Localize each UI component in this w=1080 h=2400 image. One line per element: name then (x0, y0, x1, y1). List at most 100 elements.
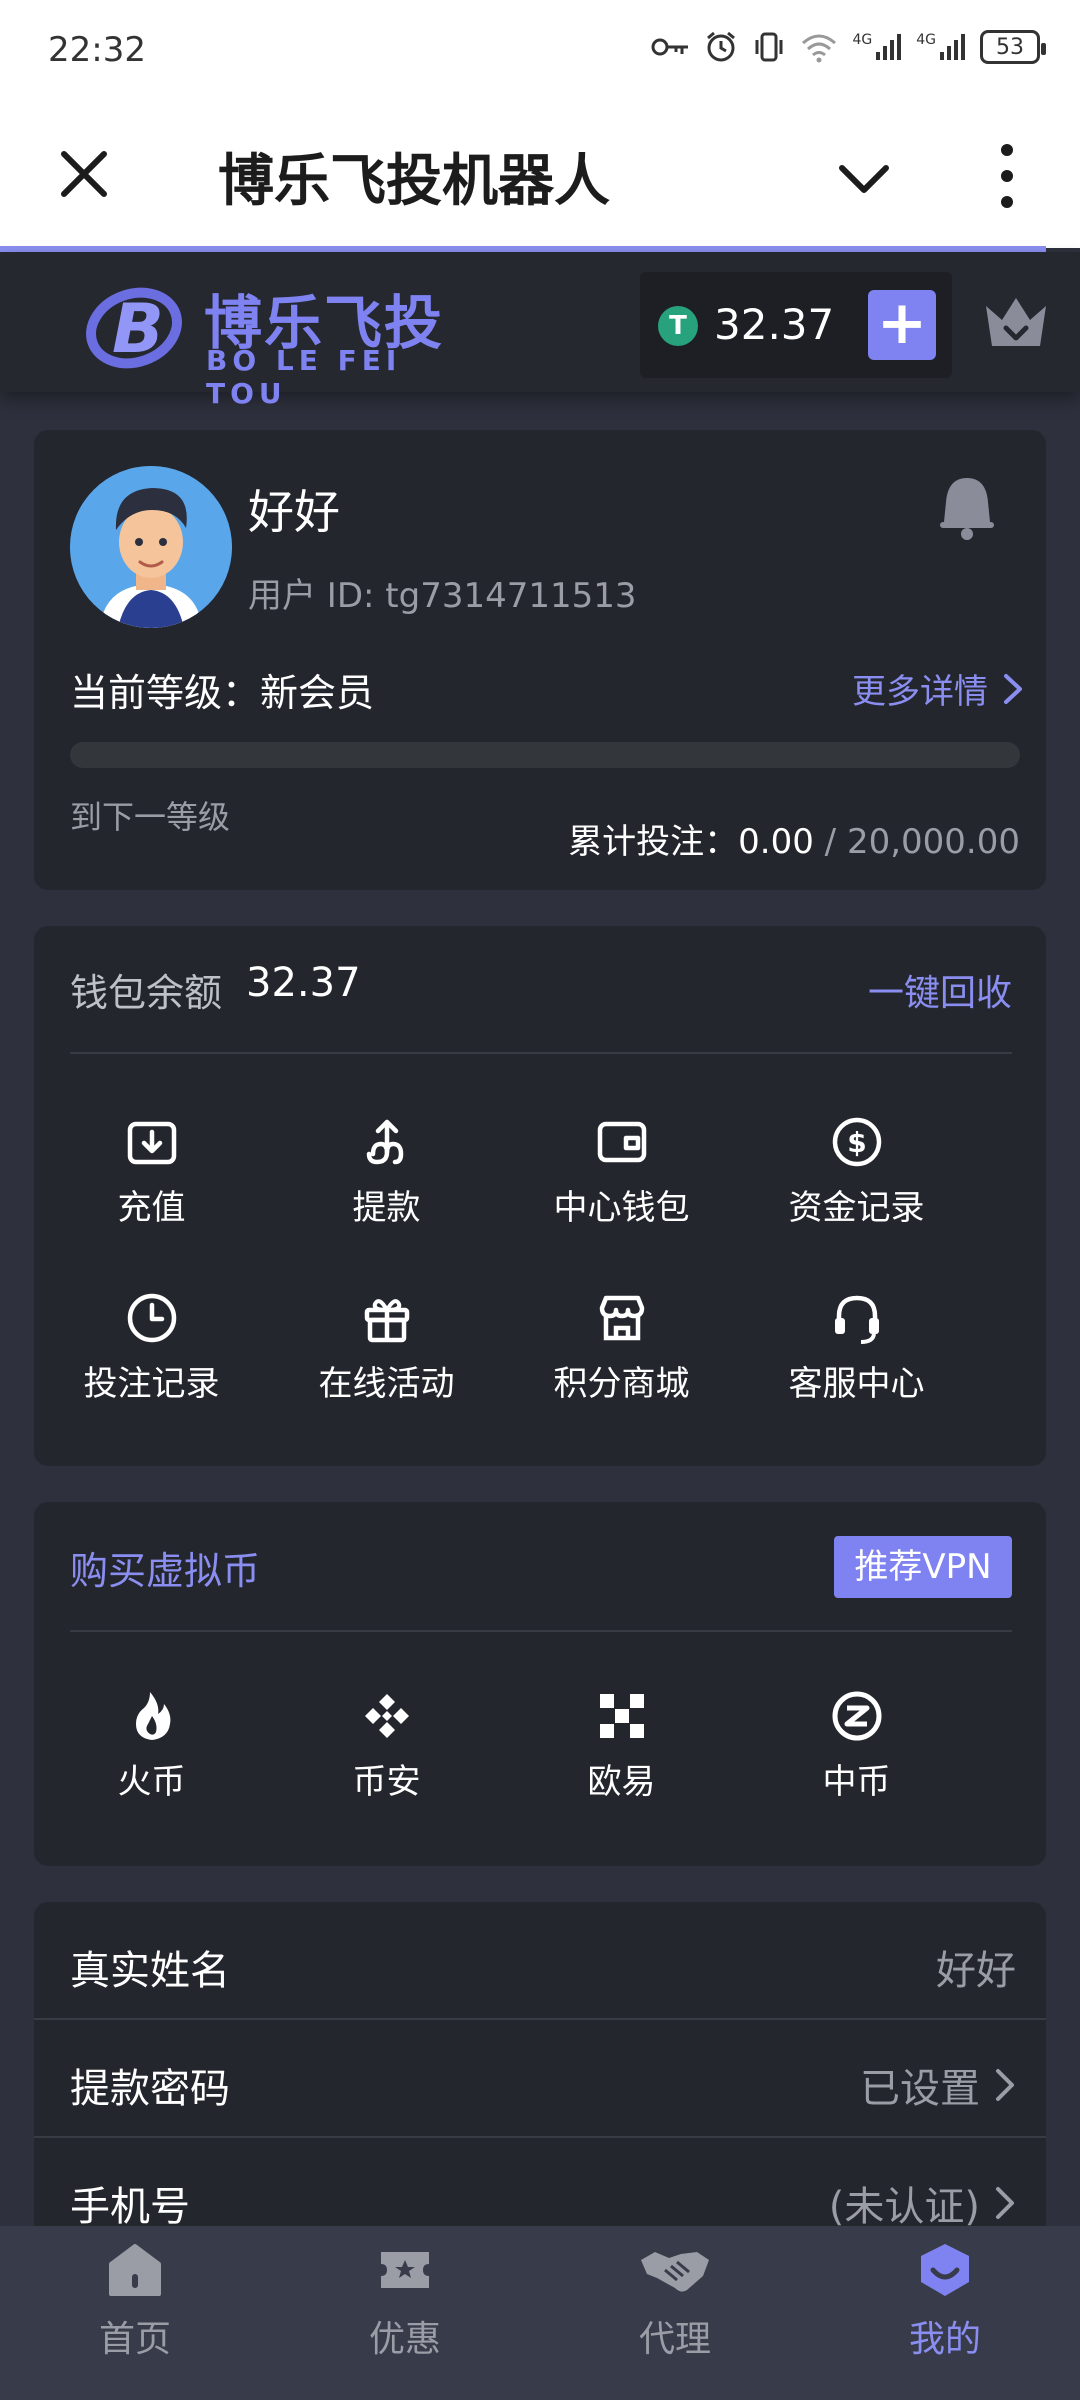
real-name-row: 真实姓名 好好 (34, 1902, 1046, 2020)
withdraw-password-value: 已设置 (860, 2066, 980, 2112)
ticket-icon (381, 2252, 429, 2288)
wallet-balance-label: 钱包余额 (70, 971, 223, 1015)
customer-service-label: 客服中心 (788, 1364, 925, 1404)
nav-agent[interactable]: 代理 (540, 2226, 810, 2400)
chevron-right-icon (996, 2069, 1014, 2101)
huobi-label: 火币 (117, 1762, 186, 1802)
deposit-button[interactable]: 充值 (34, 1114, 269, 1229)
status-bar: 22:32 4G 4G 53 (0, 0, 1080, 100)
central-wallet-button[interactable]: 中心钱包 (504, 1114, 739, 1229)
bet-total-target: 20,000.00 (846, 822, 1020, 862)
divider (70, 1630, 1012, 1632)
alarm-icon (707, 31, 736, 62)
close-icon[interactable] (52, 142, 116, 206)
bell-icon[interactable] (934, 472, 1000, 542)
recycle-link[interactable]: 一键回收 (868, 964, 1012, 1016)
withdraw-password-row[interactable]: 提款密码 已设置 (34, 2020, 1046, 2138)
home-icon (109, 2244, 161, 2296)
key-icon (651, 38, 689, 56)
vibrate-icon (755, 32, 783, 62)
wallet-grid-row-2: 投注记录 在线活动 积分商城 客服中心 (34, 1290, 1046, 1405)
bet-total-separator: / (813, 822, 847, 862)
page-title: 博乐飞投机器人 (218, 149, 610, 214)
real-name-label: 真实姓名 (70, 1948, 230, 1994)
huobi-button[interactable]: 火币 (34, 1688, 269, 1803)
huobi-icon (135, 1692, 170, 1740)
fund-records-label: 资金记录 (788, 1188, 925, 1228)
deposit-icon (127, 1121, 176, 1165)
zb-icon (832, 1691, 881, 1741)
nav-promotions-label: 优惠 (368, 2319, 441, 2360)
logo-text-en: BO LE FEI TOU (206, 344, 402, 410)
account-info-card: 真实姓名 好好 提款密码 已设置 手机号 (未认证) (34, 1902, 1046, 2242)
bet-records-button[interactable]: 投注记录 (34, 1290, 269, 1405)
crown-icon[interactable] (980, 292, 1052, 352)
current-level: 当前等级：新会员 (70, 671, 375, 715)
exchange-grid: 火币 币安 欧易 中币 (34, 1688, 1046, 1803)
withdraw-password-label: 提款密码 (70, 2066, 230, 2112)
wallet-grid-row-1: 充值 提款 中心钱包 $ 资金记录 (34, 1114, 1046, 1229)
fund-records-button[interactable]: $ 资金记录 (739, 1114, 974, 1229)
svg-text:B: B (112, 290, 164, 369)
network-2-label: 4G (916, 32, 936, 48)
signal-2-icon: 4G (916, 32, 966, 62)
gift-icon (364, 1299, 409, 1343)
nav-mine[interactable]: 我的 (810, 2226, 1080, 2400)
dollar-icon: $ (832, 1117, 881, 1167)
avatar[interactable] (70, 466, 232, 628)
profile-card: 好好 用户 ID: tg7314711513 当前等级：新会员 更多详情 到下一… (34, 430, 1046, 890)
bet-total-value: 0.00 (738, 822, 814, 862)
nav-home[interactable]: 首页 (0, 2226, 270, 2400)
recommend-vpn-button[interactable]: 推荐VPN (834, 1536, 1012, 1598)
more-vertical-icon[interactable] (990, 140, 1024, 212)
svg-text:$: $ (847, 1126, 866, 1159)
chevron-right-icon (1004, 673, 1022, 704)
customer-service-button[interactable]: 客服中心 (739, 1290, 974, 1405)
signal-1-icon: 4G (852, 32, 902, 62)
wallet-balance-amount: 32.37 (246, 960, 361, 1006)
headset-icon (834, 1295, 879, 1344)
battery-icon: 53 (980, 30, 1046, 64)
points-mall-label: 积分商城 (553, 1364, 690, 1404)
withdraw-button[interactable]: 提款 (269, 1114, 504, 1229)
okx-icon (599, 1694, 644, 1738)
wallet-card: 钱包余额 32.37 一键回收 充值 提款 中心钱包 $ 资金记录 投注记录 在… (34, 926, 1046, 1466)
profile-shield-icon (921, 2244, 969, 2296)
add-funds-button[interactable]: + (868, 290, 936, 360)
status-icons: 4G 4G 53 (650, 30, 1046, 64)
okx-label: 欧易 (587, 1762, 656, 1802)
chevron-right-icon (996, 2187, 1014, 2219)
binance-icon (364, 1694, 409, 1738)
deposit-label: 充值 (117, 1188, 186, 1228)
online-events-label: 在线活动 (318, 1364, 455, 1404)
bet-total-label: 累计投注： (568, 822, 739, 862)
user-id: 用户 ID: tg7314711513 (248, 576, 637, 616)
online-events-button[interactable]: 在线活动 (269, 1290, 504, 1405)
points-mall-button[interactable]: 积分商城 (504, 1290, 739, 1405)
nav-mine-label: 我的 (908, 2319, 981, 2360)
bet-records-label: 投注记录 (83, 1364, 220, 1404)
okx-button[interactable]: 欧易 (504, 1688, 739, 1803)
store-icon (599, 1295, 644, 1341)
real-name-value: 好好 (936, 1948, 1016, 1994)
logo[interactable]: B 博乐飞投 BO LE FEI TOU (84, 270, 444, 410)
nav-home-label: 首页 (98, 2319, 171, 2360)
phone-label: 手机号 (70, 2184, 190, 2230)
more-details-link[interactable]: 更多详情 (852, 664, 1024, 713)
bottom-nav: 首页 优惠 代理 我的 (0, 2226, 1080, 2400)
binance-button[interactable]: 币安 (269, 1688, 504, 1803)
handshake-icon (641, 2252, 709, 2292)
chevron-down-icon[interactable] (836, 150, 892, 206)
withdraw-icon (366, 1119, 403, 1165)
buy-crypto-title: 购买虚拟币 (70, 1549, 261, 1593)
central-wallet-label: 中心钱包 (553, 1188, 690, 1228)
buy-crypto-card: 购买虚拟币 推荐VPN 火币 币安 欧易 中币 (34, 1502, 1046, 1866)
wallet-icon (597, 1121, 646, 1163)
zb-button[interactable]: 中币 (739, 1688, 974, 1803)
app-header: B 博乐飞投 BO LE FEI TOU T 32.37 + (0, 252, 1080, 410)
nav-promotions[interactable]: 优惠 (270, 2226, 540, 2400)
divider (70, 1052, 1012, 1054)
header-balance: 32.37 (714, 300, 835, 349)
network-1-label: 4G (852, 32, 873, 48)
zb-label: 中币 (822, 1762, 891, 1802)
